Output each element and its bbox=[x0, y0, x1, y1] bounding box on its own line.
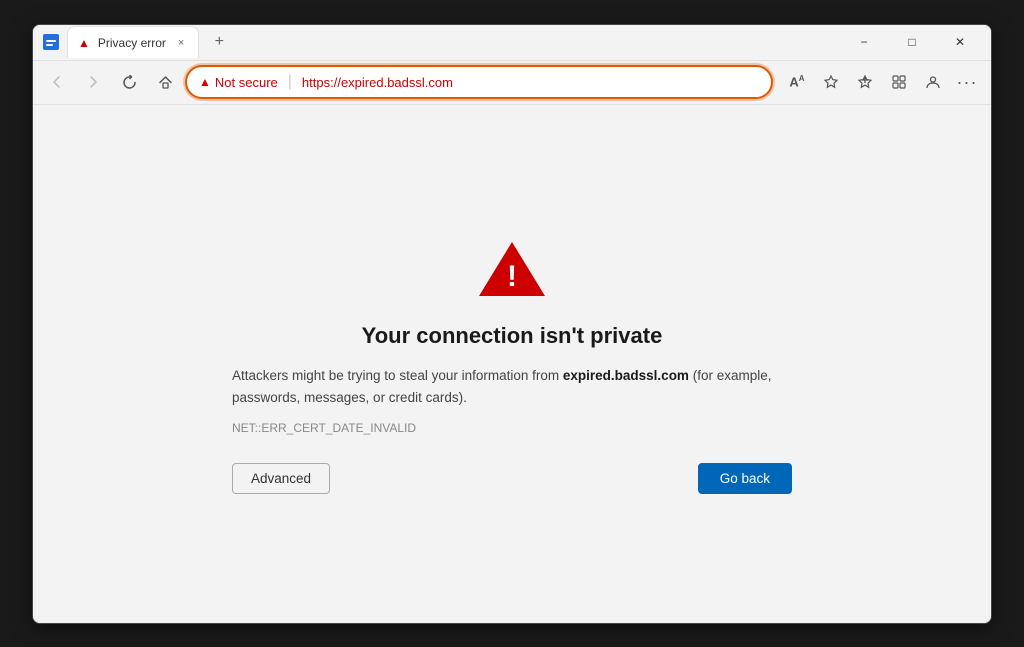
close-button[interactable]: ✕ bbox=[937, 24, 983, 60]
favorites-button[interactable] bbox=[815, 66, 847, 98]
error-description: Attackers might be trying to steal your … bbox=[232, 365, 792, 408]
warning-triangle-icon: ! bbox=[477, 233, 547, 303]
new-tab-button[interactable]: + bbox=[205, 28, 233, 56]
tab-close-button[interactable]: × bbox=[174, 35, 188, 51]
browser-tab[interactable]: ▲ Privacy error × bbox=[67, 26, 199, 58]
address-bar[interactable]: ▲ Not secure | https://expired.badssl.co… bbox=[185, 65, 773, 99]
tab-title: Privacy error bbox=[98, 36, 166, 50]
navigation-bar: ▲ Not secure | https://expired.badssl.co… bbox=[33, 61, 991, 105]
description-prefix: Attackers might be trying to steal your … bbox=[232, 368, 563, 383]
read-aloud-button[interactable]: AA bbox=[781, 66, 813, 98]
error-title: Your connection isn't private bbox=[362, 323, 663, 349]
tab-error-icon: ▲ bbox=[78, 36, 90, 50]
minimize-button[interactable]: − bbox=[841, 24, 887, 60]
home-button[interactable] bbox=[149, 66, 181, 98]
address-separator: | bbox=[288, 73, 292, 91]
not-secure-label: Not secure bbox=[215, 75, 278, 90]
error-container: ! Your connection isn't private Attacker… bbox=[232, 233, 792, 493]
more-options-button[interactable]: ··· bbox=[951, 66, 983, 98]
error-actions: Advanced Go back bbox=[232, 463, 792, 494]
window-controls: − □ ✕ bbox=[841, 24, 983, 60]
maximize-button[interactable]: □ bbox=[889, 24, 935, 60]
browser-toolbar: AA bbox=[781, 66, 983, 98]
ellipsis-icon: ··· bbox=[957, 72, 978, 93]
back-button[interactable] bbox=[41, 66, 73, 98]
title-bar: ▲ Privacy error × + − □ ✕ bbox=[33, 25, 991, 61]
address-bar-wrapper: ▲ Not secure | https://expired.badssl.co… bbox=[185, 65, 773, 99]
refresh-button[interactable] bbox=[113, 66, 145, 98]
profile-button[interactable] bbox=[917, 66, 949, 98]
browser-icon bbox=[41, 32, 61, 52]
forward-button[interactable] bbox=[77, 66, 109, 98]
domain-highlight: expired.badssl.com bbox=[563, 368, 689, 383]
browser-window: ▲ Privacy error × + − □ ✕ bbox=[32, 24, 992, 624]
advanced-button[interactable]: Advanced bbox=[232, 463, 330, 494]
collections-button[interactable] bbox=[883, 66, 915, 98]
security-warning: ▲ Not secure bbox=[199, 75, 278, 90]
url-display: https://expired.badssl.com bbox=[302, 75, 453, 90]
read-aloud-icon: AA bbox=[789, 74, 804, 89]
page-content: ! Your connection isn't private Attacker… bbox=[33, 105, 991, 623]
title-bar-left: ▲ Privacy error × + bbox=[41, 26, 233, 58]
go-back-button[interactable]: Go back bbox=[698, 463, 792, 494]
error-code: NET::ERR_CERT_DATE_INVALID bbox=[232, 421, 792, 435]
add-to-favorites-button[interactable] bbox=[849, 66, 881, 98]
warning-icon: ▲ bbox=[199, 75, 211, 89]
svg-text:!: ! bbox=[507, 260, 517, 293]
